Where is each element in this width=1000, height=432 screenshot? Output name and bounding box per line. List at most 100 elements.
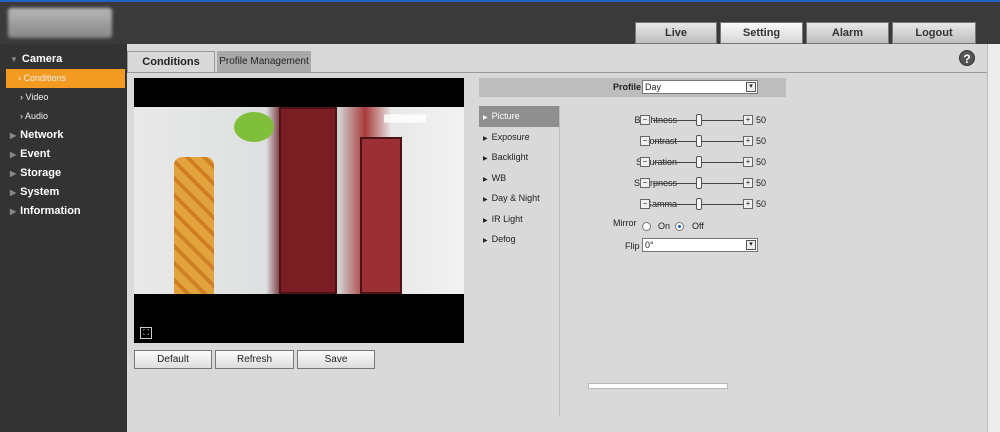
flip-label: Flip (625, 241, 640, 251)
category-defog[interactable]: ▶ Defog (479, 229, 559, 250)
profile-select[interactable]: Day ▾ (642, 80, 758, 94)
dropdown-arrow-icon: ▾ (746, 82, 756, 92)
live-preview: ▓▓▓▓▓▓▓▓▓▓ ⛶ (134, 78, 464, 343)
door-image (360, 137, 402, 294)
slider-handle[interactable] (696, 135, 702, 147)
collapsed-triangle-icon: ▶ (10, 169, 17, 178)
nav-tab-alarm[interactable]: Alarm (806, 22, 889, 44)
plus-icon[interactable]: + (743, 178, 753, 188)
refresh-button[interactable]: Refresh (215, 350, 294, 369)
brand-logo (8, 8, 112, 38)
nav-tab-logout[interactable]: Logout (892, 22, 976, 44)
sidebar-item-video[interactable]: › Video (0, 88, 127, 107)
profile-select-value: Day (645, 82, 662, 92)
collapsed-triangle-icon: ▶ (10, 188, 17, 197)
sidebar-item-audio[interactable]: › Audio (0, 107, 127, 126)
sidebar-item-label: Audio (25, 111, 49, 121)
slider-handle[interactable] (696, 177, 702, 189)
dropdown-arrow-icon: ▾ (746, 240, 756, 250)
triangle-right-icon: ▶ (483, 156, 488, 162)
triangle-right-icon: ▶ (483, 217, 488, 224)
sidebar-section-label: Network (20, 129, 64, 141)
category-label: IR Light (491, 213, 523, 224)
flip-select[interactable]: 0° ▾ (642, 238, 758, 252)
video-timestamp: ▓▓▓▓▓▓▓▓▓▓ (384, 115, 427, 123)
category-label: Day & Night (491, 193, 540, 203)
help-icon[interactable]: ? (959, 50, 975, 66)
tab-conditions[interactable]: Conditions (127, 51, 215, 72)
plus-icon[interactable]: + (743, 115, 753, 125)
sidebar-section-label: Event (20, 148, 51, 160)
chevron-right-icon: › (18, 73, 21, 83)
plus-icon[interactable]: + (743, 199, 753, 209)
sidebar-section-label: Storage (20, 167, 62, 179)
video-frame: ▓▓▓▓▓▓▓▓▓▓ (134, 107, 464, 294)
plus-icon[interactable]: + (743, 136, 753, 146)
saturation-slider: Saturation − + 50 (567, 155, 827, 169)
sharpness-slider: Sharpness − + 50 (567, 176, 827, 190)
sidebar-section-information[interactable]: ▶ Information (0, 202, 127, 221)
slider-handle[interactable] (696, 198, 702, 210)
triangle-right-icon: ▶ (483, 176, 488, 183)
bottom-widget (588, 383, 728, 389)
sidebar-section-label: Information (20, 205, 81, 217)
mirror-on-radio[interactable] (642, 222, 651, 231)
category-picture[interactable]: ▶ Picture (479, 106, 559, 127)
category-day-night[interactable]: ▶ Day & Night (479, 188, 559, 209)
minus-icon[interactable]: − (640, 199, 650, 209)
main-content: Conditions Profile Management ? ▓▓▓▓▓▓▓▓… (127, 44, 987, 432)
top-bar: Live Setting Alarm Logout (0, 0, 1000, 44)
sidebar: ▼ Camera › Conditions › Video › Audio ▶ Ne… (0, 44, 127, 432)
slider-handle[interactable] (696, 156, 702, 168)
mirror-label: Mirror (613, 218, 637, 228)
slider-value: 50 (756, 199, 767, 209)
collapsed-triangle-icon: ▶ (10, 150, 17, 159)
nav-tab-setting[interactable]: Setting (720, 22, 803, 44)
plus-icon[interactable]: + (743, 157, 753, 167)
wall-decal-tree (234, 112, 274, 142)
minus-icon[interactable]: − (640, 157, 650, 167)
slider-value: 50 (756, 178, 767, 188)
profile-label: Profile (613, 82, 642, 92)
sidebar-item-conditions[interactable]: › Conditions (6, 69, 125, 88)
mirror-off-radio[interactable] (675, 222, 684, 231)
save-button[interactable]: Save (297, 350, 375, 369)
conditions-panel: ▓▓▓▓▓▓▓▓▓▓ ⛶ Default Refresh Save Profil… (127, 72, 987, 432)
sidebar-item-label: Conditions (23, 73, 67, 83)
sidebar-section-system[interactable]: ▶ System (0, 183, 127, 202)
nav-tab-live[interactable]: Live (635, 22, 717, 44)
default-button[interactable]: Default (134, 350, 212, 369)
expanded-triangle-icon: ▼ (10, 55, 18, 64)
triangle-right-icon: ▶ (483, 135, 488, 142)
chevron-right-icon: › (20, 111, 23, 121)
profile-bar: Profile Day ▾ (479, 78, 786, 97)
sidebar-section-label: Camera (21, 53, 63, 65)
sidebar-section-camera[interactable]: ▼ Camera (0, 50, 127, 69)
slider-value: 50 (756, 157, 767, 167)
fullscreen-icon[interactable]: ⛶ (140, 327, 152, 339)
minus-icon[interactable]: − (640, 136, 650, 146)
minus-icon[interactable]: − (640, 115, 650, 125)
mirror-off-label: Off (692, 221, 704, 231)
category-ir-light[interactable]: ▶ IR Light (479, 209, 559, 230)
vertical-scrollbar[interactable] (987, 44, 1000, 432)
tab-profile-management[interactable]: Profile Management (217, 51, 311, 72)
collapsed-triangle-icon: ▶ (10, 131, 17, 140)
sidebar-section-storage[interactable]: ▶ Storage (0, 164, 127, 183)
triangle-right-icon: ▶ (483, 238, 488, 244)
sidebar-item-label: Video (25, 92, 49, 102)
minus-icon[interactable]: − (640, 178, 650, 188)
category-list: ▶ Picture ▶ Exposure ▶ Backlight ▶ WB ▶ Day &… (479, 106, 559, 250)
slider-handle[interactable] (696, 114, 702, 126)
sidebar-section-label: System (20, 186, 60, 198)
category-backlight[interactable]: ▶ Backlight (479, 147, 559, 168)
category-label: Picture (491, 111, 520, 121)
chevron-right-icon: › (20, 92, 23, 102)
category-wb[interactable]: ▶ WB (479, 168, 559, 189)
category-exposure[interactable]: ▶ Exposure (479, 127, 559, 148)
gamma-slider: Gamma − + 50 (567, 197, 827, 211)
sidebar-section-network[interactable]: ▶ Network (0, 126, 127, 145)
sidebar-section-event[interactable]: ▶ Event (0, 145, 127, 164)
category-label: Exposure (491, 131, 530, 142)
triangle-right-icon: ▶ (483, 197, 488, 203)
